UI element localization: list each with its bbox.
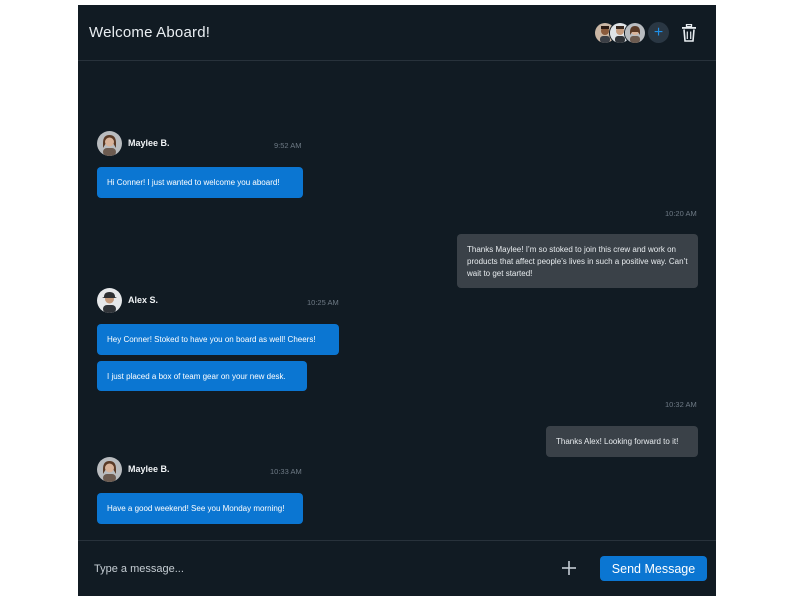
message-time: 10:20 AM: [665, 209, 697, 218]
chat-panel: Welcome Aboard! + Maylee B. 9:52 AM Hi C…: [78, 5, 716, 596]
sender-name: Alex S.: [128, 295, 159, 305]
message-time: 9:52 AM: [274, 141, 302, 150]
trash-icon[interactable]: [681, 23, 697, 42]
sender-name: Maylee B.: [128, 464, 170, 474]
plus-icon[interactable]: [561, 560, 577, 576]
message-input[interactable]: [92, 558, 396, 580]
message-bubble: Thanks Alex! Looking forward to it!: [546, 426, 698, 457]
message-sender: Alex S.: [97, 288, 337, 314]
add-member-button[interactable]: +: [648, 22, 669, 43]
message-time: 10:25 AM: [307, 298, 339, 307]
message-bubble: Hi Conner! I just wanted to welcome you …: [97, 167, 303, 198]
message-time: 10:32 AM: [665, 400, 697, 409]
message-bubble: Thanks Maylee! I’m so stoked to join thi…: [457, 234, 698, 288]
avatar[interactable]: [97, 457, 122, 482]
message-time: 10:33 AM: [270, 467, 302, 476]
message-list[interactable]: Maylee B. 9:52 AM Hi Conner! I just want…: [78, 61, 716, 540]
message-bubble: Hey Conner! Stoked to have you on board …: [97, 324, 339, 355]
chat-title: Welcome Aboard!: [89, 24, 211, 41]
chat-header: Welcome Aboard! +: [78, 5, 716, 61]
send-message-button[interactable]: Send Message: [600, 556, 707, 581]
message-bubble: I just placed a box of team gear on your…: [97, 361, 307, 391]
message-bubble: Have a good weekend! See you Monday morn…: [97, 493, 303, 524]
avatar[interactable]: [97, 131, 122, 156]
avatar[interactable]: [97, 288, 122, 313]
avatar[interactable]: [624, 22, 646, 44]
sender-name: Maylee B.: [128, 138, 170, 148]
message-composer: Send Message: [78, 540, 716, 597]
